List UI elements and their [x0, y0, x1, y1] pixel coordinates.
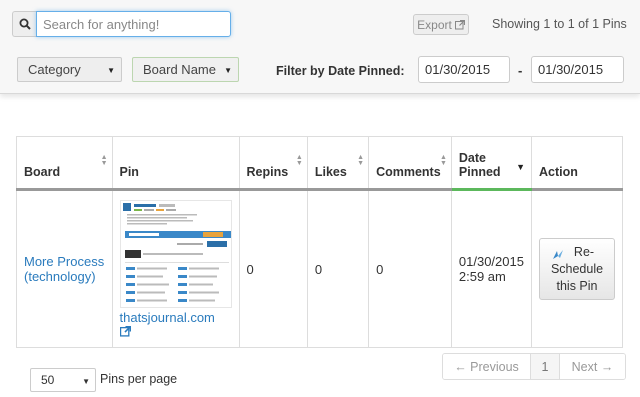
category-select[interactable]: Category ▼ — [17, 57, 122, 82]
action-cell: Re- Schedule this Pin — [531, 189, 623, 348]
reschedule-label-line2: Schedule — [550, 261, 604, 276]
date-to-input[interactable]: 01/30/2015 — [531, 56, 624, 83]
header-label-line2: Pinned — [458, 165, 501, 179]
column-header-likes[interactable]: Likes ▲ ▼ — [306, 136, 370, 191]
pin-thumbnail[interactable] — [119, 200, 232, 308]
filter-toolbar: Export Showing 1 to 1 of 1 Pins Category… — [0, 0, 640, 94]
sort-icon: ▲ ▼ — [357, 154, 365, 167]
header-label: Action — [539, 165, 578, 179]
header-label-line1: Date — [458, 151, 486, 165]
sort-descending-icon: ▼ — [516, 162, 525, 172]
search-input[interactable] — [36, 11, 231, 37]
sort-icon: ▲ ▼ — [100, 154, 108, 167]
header-label: Repins — [246, 165, 289, 179]
export-button[interactable]: Export — [413, 14, 469, 35]
reschedule-label-line3: this Pin — [556, 278, 598, 293]
board-cell: More Process (technology) — [16, 189, 113, 348]
repins-cell: 0 — [238, 189, 308, 348]
header-label: Likes — [314, 165, 347, 179]
export-label: Export — [417, 17, 452, 32]
board-category: (technology) — [24, 269, 96, 284]
external-link-icon — [119, 325, 131, 337]
pagination: ← Previous 1 Next → — [442, 353, 626, 380]
column-header-pin: Pin — [111, 136, 240, 191]
caret-down-icon: ▼ — [107, 66, 115, 75]
date-pinned-time: 2:59 am — [458, 269, 506, 284]
external-link-icon — [454, 19, 465, 29]
column-header-board[interactable]: Board ▲ ▼ — [16, 136, 113, 191]
date-pinned-cell: 01/30/2015 2:59 am — [450, 189, 533, 348]
search-button[interactable] — [12, 11, 36, 37]
header-label: Comments — [376, 165, 441, 179]
date-filter-label: Filter by Date Pinned: — [276, 64, 405, 78]
date-range-separator: - — [518, 63, 523, 78]
pins-table: Board ▲ ▼ Pin Repins ▲ ▼ Likes ▲ ▼ Comments… — [16, 136, 623, 348]
header-label: Pin — [119, 165, 139, 179]
comments-cell: 0 — [368, 189, 452, 348]
board-link[interactable]: More Process (technology) — [24, 254, 104, 284]
next-page-button[interactable]: Next → — [560, 354, 625, 379]
sort-icon: ▲ ▼ — [295, 154, 303, 167]
pin-preview-image — [122, 203, 231, 302]
per-page-label: Pins per page — [100, 372, 178, 386]
caret-down-icon: ▼ — [224, 66, 232, 75]
table-header-row: Board ▲ ▼ Pin Repins ▲ ▼ Likes ▲ ▼ Comments… — [16, 136, 623, 191]
category-select-value: Category — [28, 62, 81, 77]
column-header-comments[interactable]: Comments ▲ ▼ — [368, 136, 452, 191]
page-number-button[interactable]: 1 — [531, 354, 560, 379]
sort-icon: ▲ ▼ — [439, 154, 447, 167]
header-label: Board — [24, 165, 61, 179]
previous-page-button[interactable]: ← Previous — [443, 354, 531, 379]
search-icon — [19, 18, 31, 30]
board-name-select[interactable]: Board Name ▼ — [132, 57, 239, 82]
table-row: More Process (technology) thatsjournal.c… — [16, 189, 623, 348]
pin-source-link[interactable]: thatsjournal.com — [119, 310, 232, 340]
date-pinned-date: 01/30/2015 — [458, 254, 524, 269]
caret-down-icon: ▼ — [82, 377, 90, 386]
column-header-date-pinned[interactable]: Date Pinned ▼ — [450, 136, 533, 191]
column-header-repins[interactable]: Repins ▲ ▼ — [238, 136, 308, 191]
pin-source-text: thatsjournal.com — [119, 310, 215, 325]
reschedule-pin-button[interactable]: Re- Schedule this Pin — [539, 238, 615, 300]
likes-cell: 0 — [306, 189, 370, 348]
board-name: More Process — [24, 254, 105, 269]
per-page-value: 50 — [41, 373, 55, 387]
date-from-input[interactable]: 01/30/2015 — [418, 56, 510, 83]
pin-cell: thatsjournal.com — [111, 189, 240, 348]
reschedule-label-line1: Re- — [573, 244, 595, 259]
per-page-select[interactable]: 50 ▼ — [30, 368, 96, 392]
results-count: Showing 1 to 1 of 1 Pins — [492, 17, 627, 31]
board-select-value: Board Name — [143, 62, 216, 77]
reschedule-icon — [553, 250, 563, 259]
column-header-action: Action — [531, 136, 623, 191]
